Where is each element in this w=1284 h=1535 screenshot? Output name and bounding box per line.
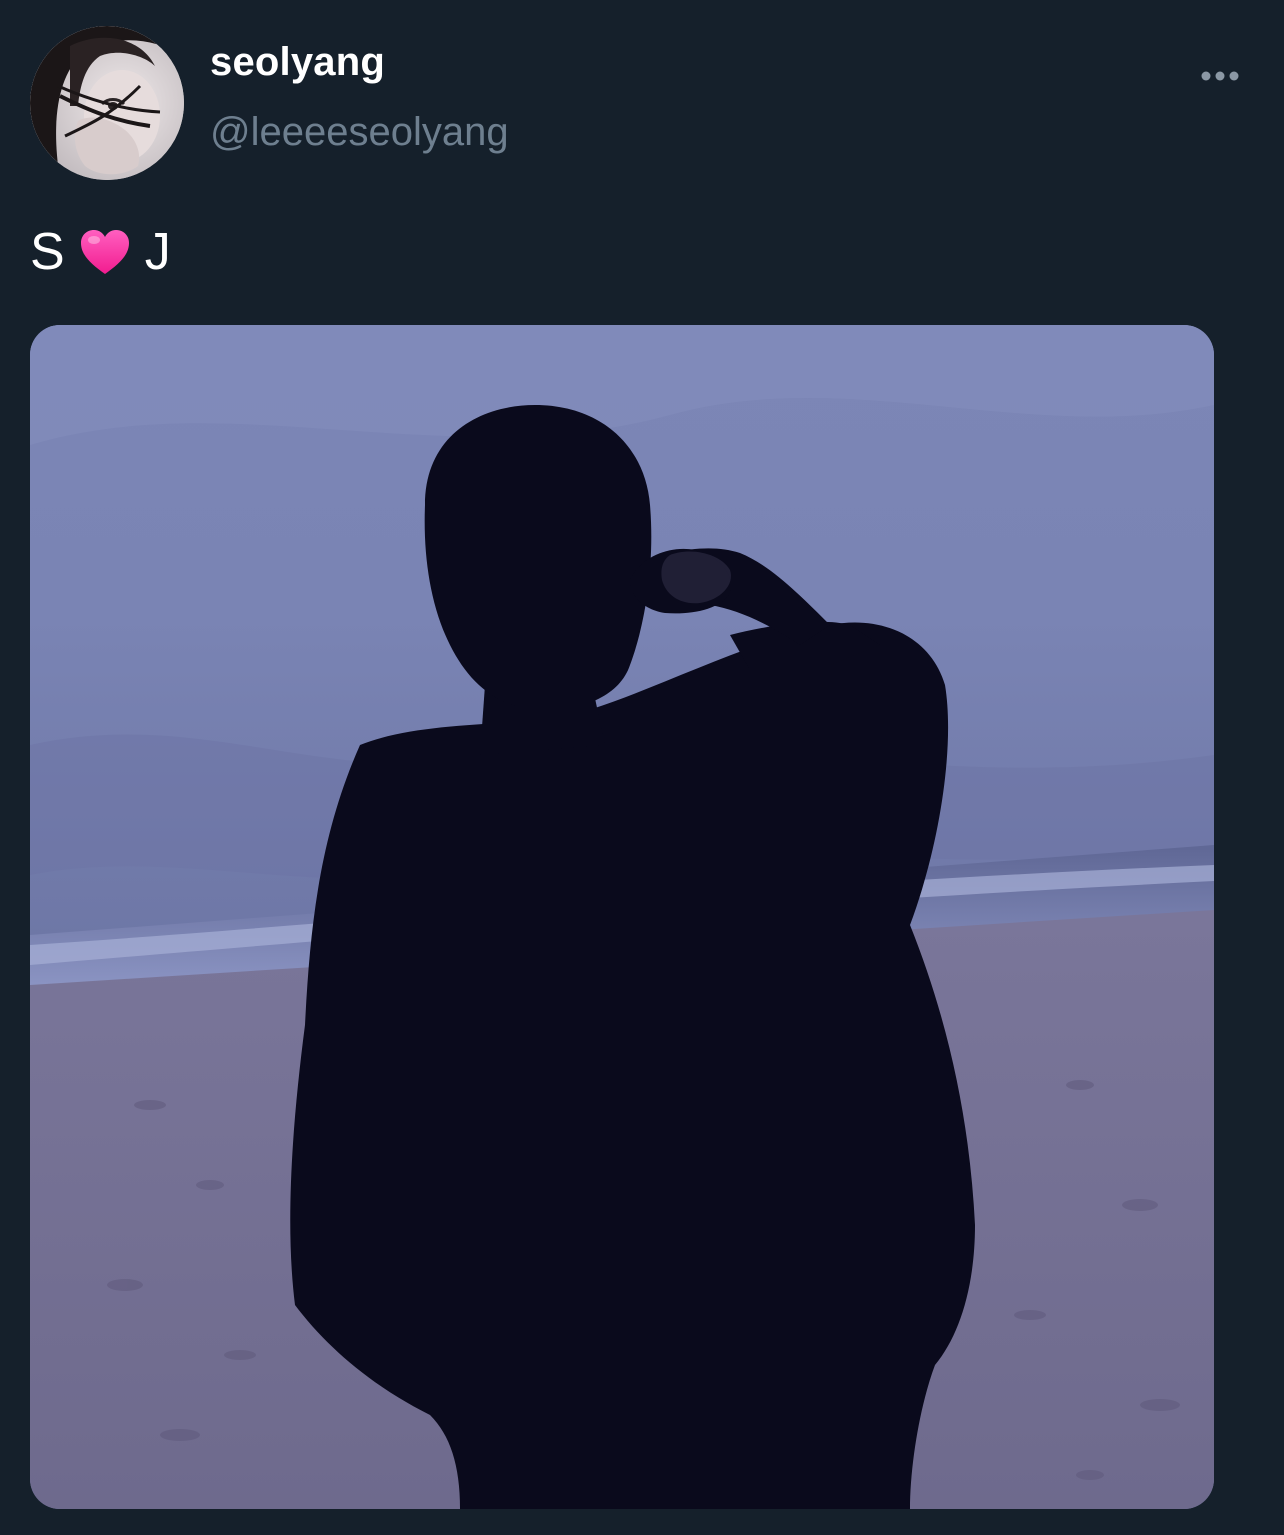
display-name[interactable]: seolyang	[210, 40, 385, 84]
tweet-text-before: S	[30, 223, 65, 281]
tweet-text: S J	[30, 222, 171, 282]
avatar[interactable]	[30, 26, 184, 180]
tweet-text-after: J	[144, 223, 171, 281]
more-horizontal-icon	[1201, 71, 1239, 81]
more-options-button[interactable]	[1190, 58, 1250, 94]
user-handle[interactable]: @leeeeseolyang	[210, 110, 509, 154]
pink-heart-icon	[79, 228, 131, 276]
tweet-photo[interactable]	[30, 325, 1214, 1509]
